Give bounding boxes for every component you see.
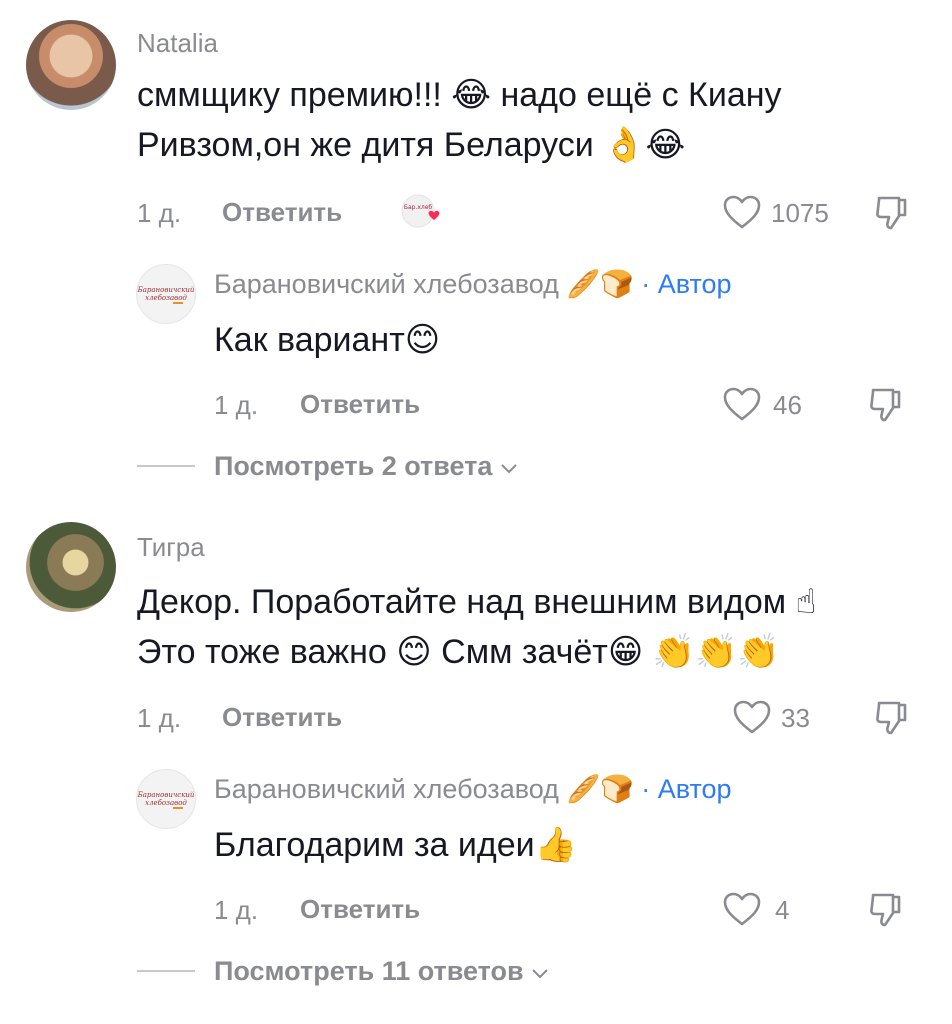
author-badge: · Автор xyxy=(641,774,732,804)
heart-icon xyxy=(733,700,771,734)
svg-text:Барановичский: Барановичский xyxy=(137,791,195,799)
thumbs-down-icon xyxy=(876,196,907,230)
like-count: 33 xyxy=(781,703,810,733)
reply-text: Как вариант😊 xyxy=(214,321,441,359)
comment-text: Декор. Поработайте над внешним видом ☝ Э… xyxy=(137,577,917,677)
like-button[interactable] xyxy=(722,891,762,927)
comment-text-line: сммщику премию!!! 😂 надо ещё с Киану xyxy=(137,76,782,114)
thumbs-down-icon xyxy=(870,388,901,422)
thumbs-down-icon xyxy=(870,893,901,927)
creator-liked-icon: Бар.хлеб xyxy=(400,194,444,230)
svg-text:Бар.хлеб: Бар.хлеб xyxy=(404,204,433,211)
reply-username[interactable]: Барановичский хлебозавод 🥖🍞 · Автор xyxy=(214,773,732,805)
view-replies-divider xyxy=(137,970,195,972)
chevron-down-icon xyxy=(500,461,518,475)
reply-time: 1 д. xyxy=(214,390,259,420)
reply-username[interactable]: Барановичский хлебозавод 🥖🍞 · Автор xyxy=(214,268,732,300)
view-replies-divider xyxy=(137,465,195,467)
like-button[interactable] xyxy=(722,386,762,422)
view-replies-label[interactable]: Посмотреть 11 ответов xyxy=(214,956,524,986)
reply-avatar[interactable]: Барановичский хлебозавод xyxy=(136,769,196,829)
reply-button[interactable]: Ответить xyxy=(300,389,420,420)
username-emoji: 🥖🍞 xyxy=(566,269,634,300)
reply-text: Благодарим за идеи👍 xyxy=(214,826,577,864)
avatar[interactable] xyxy=(26,522,116,612)
like-count: 46 xyxy=(773,390,802,420)
chevron-down-icon xyxy=(531,966,549,980)
username-emoji: 🥖🍞 xyxy=(566,774,634,805)
reply-button[interactable]: Ответить xyxy=(222,197,342,228)
heart-icon xyxy=(723,892,761,926)
comment-text: сммщику премию!!! 😂 надо ещё с Киану Рив… xyxy=(137,70,917,170)
like-button[interactable] xyxy=(722,194,762,230)
comment-username[interactable]: Тигра xyxy=(137,532,205,563)
like-button[interactable] xyxy=(732,699,772,735)
reply-username-text[interactable]: Барановичский хлебозавод xyxy=(214,774,559,804)
reply-time: 1 д. xyxy=(214,895,259,925)
dislike-button[interactable] xyxy=(872,192,912,232)
dislike-button[interactable] xyxy=(872,697,912,737)
reply-username-text[interactable]: Барановичский хлебозавод xyxy=(214,269,559,299)
dislike-button[interactable] xyxy=(866,889,906,929)
heart-icon xyxy=(723,387,761,421)
reply-button[interactable]: Ответить xyxy=(222,702,342,733)
like-count: 4 xyxy=(775,895,790,925)
comment-time: 1 д. xyxy=(137,198,182,228)
reply-avatar[interactable]: Барановичский хлебозавод xyxy=(136,264,196,324)
heart-icon xyxy=(723,195,761,229)
view-replies-button[interactable]: Посмотреть 11 ответов xyxy=(214,956,549,987)
comment-username[interactable]: Natalia xyxy=(137,28,218,59)
comment-text-line: Ривзом,он же дитя Беларуси 👌😂 xyxy=(137,126,686,164)
view-replies-button[interactable]: Посмотреть 2 ответа xyxy=(214,451,518,482)
comment-text-line: Декор. Поработайте над внешним видом ☝ xyxy=(137,583,817,621)
thumbs-down-icon xyxy=(876,701,907,735)
svg-text:Барановичский: Барановичский xyxy=(137,286,195,294)
like-count: 1075 xyxy=(771,198,829,228)
comment-time: 1 д. xyxy=(137,703,182,733)
svg-text:хлебозавод: хлебозавод xyxy=(145,799,187,807)
view-replies-label[interactable]: Посмотреть 2 ответа xyxy=(214,451,492,481)
comment-text-line: Это тоже важно 😊 Смм зачёт😁 👏👏👏 xyxy=(137,633,780,671)
svg-text:хлебозавод: хлебозавод xyxy=(145,294,187,302)
dislike-button[interactable] xyxy=(866,384,906,424)
avatar[interactable] xyxy=(26,20,116,110)
author-badge: · Автор xyxy=(641,269,732,299)
reply-button[interactable]: Ответить xyxy=(300,894,420,925)
